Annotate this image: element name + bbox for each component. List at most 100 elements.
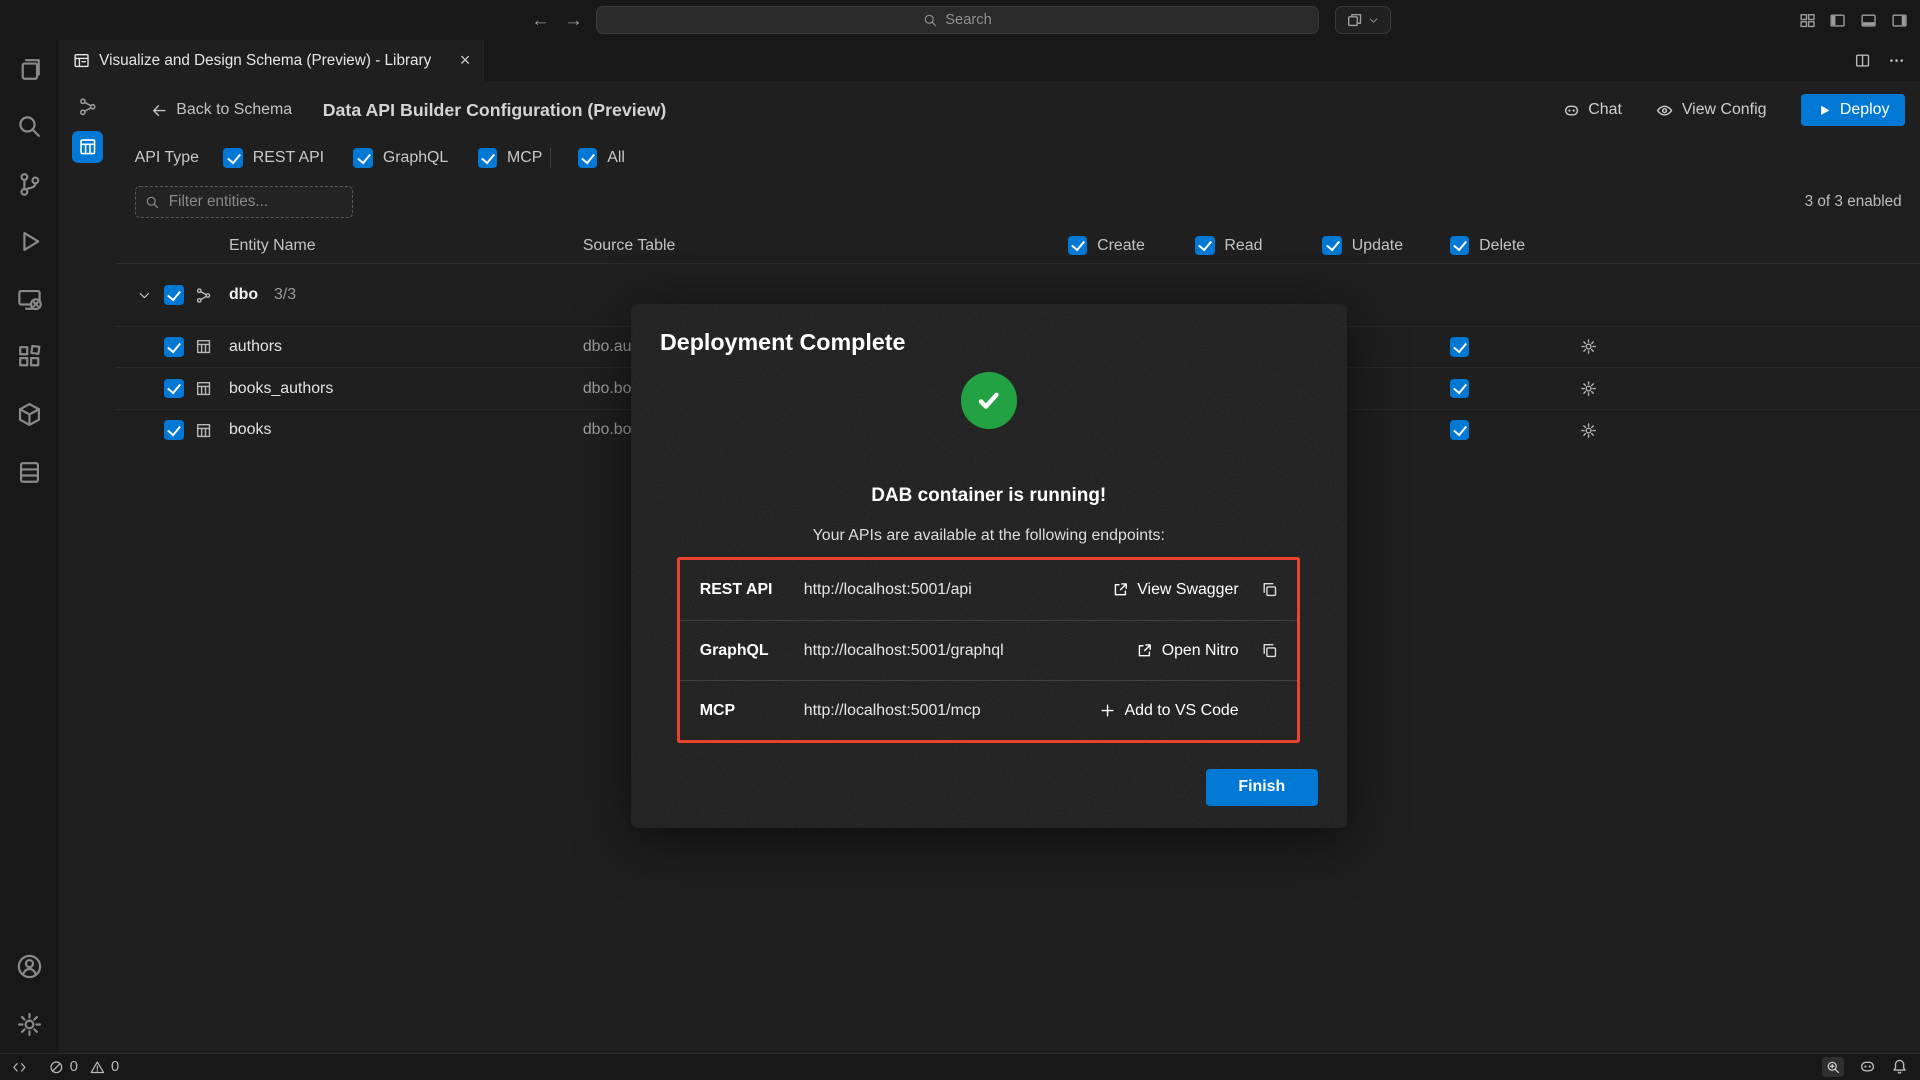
source-control-icon[interactable] (0, 156, 59, 214)
row-settings-gear-icon[interactable] (1580, 338, 1597, 355)
tab-bar: Visualize and Design Schema (Preview) - … (59, 40, 1920, 80)
remote-indicator-icon[interactable] (12, 1060, 27, 1075)
back-arrow-icon (151, 102, 168, 119)
activity-bar (0, 40, 59, 1053)
delete-checkbox[interactable] (1450, 420, 1470, 440)
delete-header: Delete (1479, 237, 1525, 255)
group-name: dbo (229, 286, 258, 304)
close-icon[interactable]: × (460, 51, 471, 69)
copy-icon[interactable] (1261, 581, 1278, 598)
search-placeholder: Search (945, 12, 992, 28)
status-message: DAB container is running! (660, 484, 1318, 507)
graphql-checkbox[interactable] (353, 148, 373, 168)
all-option[interactable]: All (578, 148, 625, 168)
row-checkbox[interactable] (164, 420, 184, 440)
filter-text-field[interactable] (169, 193, 328, 211)
external-link-icon (1136, 642, 1153, 659)
row-settings-gear-icon[interactable] (1580, 422, 1597, 439)
deploy-button[interactable]: Deploy (1801, 94, 1906, 126)
command-center-search[interactable]: Search (596, 6, 1318, 34)
copilot-status-icon[interactable] (1859, 1058, 1876, 1075)
storage-explorer-icon[interactable] (0, 443, 59, 501)
endpoints-panel: REST API http://localhost:5001/api View … (677, 557, 1300, 743)
deploy-label: Deploy (1840, 101, 1890, 119)
enabled-summary: 3 of 3 enabled (1805, 193, 1902, 211)
chevron-down-icon[interactable] (136, 285, 153, 305)
bell-icon[interactable] (1891, 1058, 1908, 1075)
account-icon[interactable] (0, 938, 59, 996)
session-picker-button[interactable] (1335, 6, 1391, 34)
entity-name: books_authors (229, 380, 333, 398)
search-icon (923, 13, 938, 28)
back-label: Back to Schema (176, 101, 292, 119)
rest-api-option[interactable]: REST API (223, 148, 324, 168)
add-to-vscode-link[interactable]: Add to VS Code (1099, 702, 1239, 720)
chevron-down-icon (1368, 15, 1379, 26)
eye-icon (1656, 102, 1673, 119)
schema-diagram-icon[interactable] (72, 91, 104, 123)
delete-checkbox[interactable] (1450, 337, 1470, 357)
more-actions-icon[interactable] (1888, 52, 1905, 69)
open-nitro-link[interactable]: Open Nitro (1136, 642, 1239, 660)
update-all-checkbox[interactable] (1322, 236, 1342, 256)
copy-icon[interactable] (1261, 642, 1278, 659)
explorer-icon[interactable] (0, 40, 59, 98)
update-header: Update (1352, 237, 1403, 255)
chat-button[interactable]: Chat (1563, 101, 1622, 119)
delete-all-checkbox[interactable] (1450, 236, 1470, 256)
mcp-checkbox[interactable] (478, 148, 498, 168)
source-table: dbo.bo (583, 380, 632, 397)
all-checkbox[interactable] (578, 148, 598, 168)
table-entity-icon (195, 422, 212, 439)
tab-schema-designer[interactable]: Visualize and Design Schema (Preview) - … (59, 40, 484, 80)
split-editor-icon[interactable] (1854, 52, 1871, 69)
read-all-checkbox[interactable] (1195, 236, 1215, 256)
copilot-icon (1563, 102, 1580, 119)
row-checkbox[interactable] (164, 337, 184, 357)
customize-layout-icon[interactable] (1799, 12, 1816, 29)
finish-button[interactable]: Finish (1206, 769, 1317, 806)
extensions-icon[interactable] (0, 328, 59, 386)
create-all-checkbox[interactable] (1068, 236, 1088, 256)
zoom-indicator-icon[interactable] (1822, 1057, 1844, 1077)
view-swagger-link[interactable]: View Swagger (1112, 581, 1239, 599)
endpoint-row-rest: REST API http://localhost:5001/api View … (680, 560, 1297, 620)
endpoint-action-label: View Swagger (1137, 581, 1238, 599)
endpoint-url: http://localhost:5001/api (804, 581, 1112, 599)
mcp-option[interactable]: MCP (478, 148, 543, 168)
create-header: Create (1097, 237, 1145, 255)
remote-explorer-icon[interactable] (0, 271, 59, 329)
row-settings-gear-icon[interactable] (1580, 380, 1597, 397)
nav-forward-button[interactable]: → (564, 9, 582, 31)
toggle-secondary-sidebar-icon[interactable] (1891, 12, 1908, 29)
graphql-option[interactable]: GraphQL (353, 148, 448, 168)
graphql-label: GraphQL (383, 149, 448, 167)
search-view-icon[interactable] (0, 98, 59, 156)
session-icon (1346, 12, 1363, 29)
back-to-schema-link[interactable]: Back to Schema (151, 101, 293, 119)
warning-icon (90, 1060, 105, 1075)
source-table: dbo.bo (583, 421, 632, 438)
run-debug-icon[interactable] (0, 213, 59, 271)
title-bar: ← → Search (0, 0, 1920, 40)
toggle-panel-icon[interactable] (1860, 12, 1877, 29)
problems-indicator[interactable]: 0 0 (49, 1059, 119, 1075)
nav-back-button[interactable]: ← (531, 9, 549, 31)
status-bar: 0 0 (0, 1053, 1920, 1080)
view-config-button[interactable]: View Config (1656, 101, 1766, 119)
database-projects-icon[interactable] (0, 386, 59, 444)
warning-count: 0 (111, 1059, 119, 1075)
deployment-complete-dialog: Deployment Complete DAB container is run… (631, 304, 1347, 828)
group-checkbox[interactable] (164, 285, 184, 305)
success-check-icon (961, 372, 1017, 428)
api-builder-icon[interactable] (72, 131, 104, 163)
table-entity-icon (195, 380, 212, 397)
settings-gear-icon[interactable] (0, 996, 59, 1054)
entity-name-header: Entity Name (229, 237, 316, 255)
delete-checkbox[interactable] (1450, 379, 1470, 399)
filter-entities-input[interactable] (135, 186, 353, 218)
api-type-label: API Type (135, 149, 199, 167)
row-checkbox[interactable] (164, 379, 184, 399)
toggle-primary-sidebar-icon[interactable] (1829, 12, 1846, 29)
rest-api-checkbox[interactable] (223, 148, 243, 168)
